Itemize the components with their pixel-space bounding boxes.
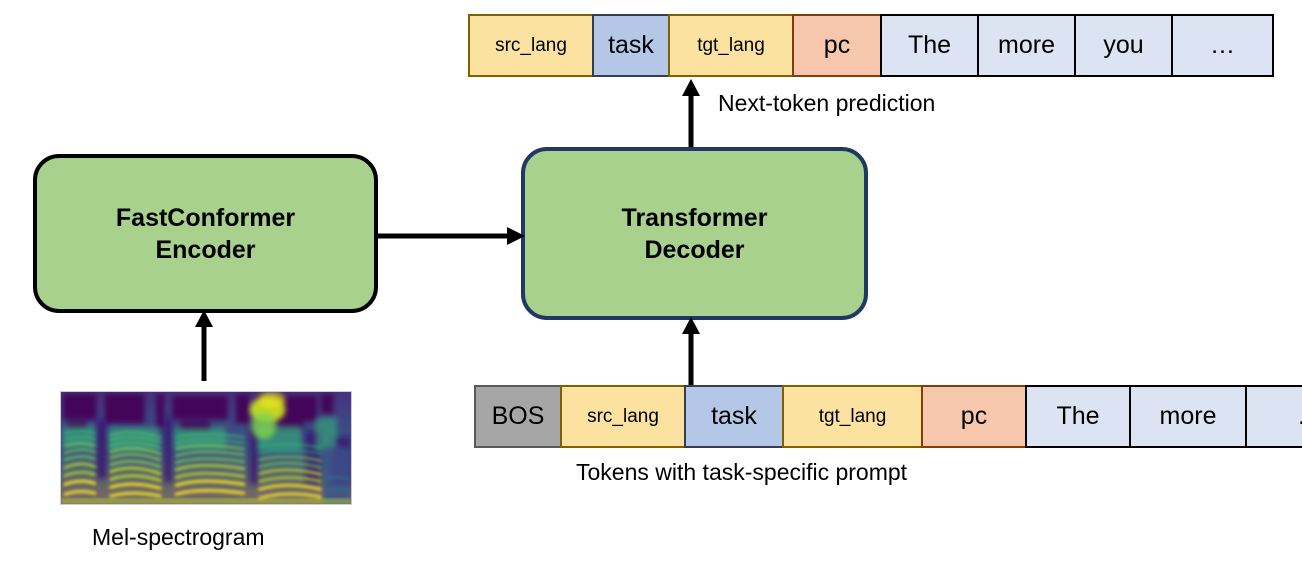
output-token-label: more [998,31,1055,60]
output-token-7[interactable]: … [1171,14,1274,77]
input-token-1[interactable]: src_lang [560,385,686,448]
encoder-label-line2: Encoder [155,235,256,264]
mel-spectrogram-image [60,391,352,505]
input-token-2[interactable]: task [684,385,784,448]
input-token-7[interactable]: … [1245,385,1302,448]
fastconformer-encoder-block[interactable]: FastConformer Encoder [33,154,378,313]
output-token-1[interactable]: task [592,14,670,77]
output-token-label: pc [823,31,851,60]
mel-to-encoder-arrow-icon [191,309,217,381]
output-token-label: The [907,31,952,60]
input-token-label: BOS [491,402,545,431]
diagram-canvas: src_lang task tgt_lang pc The more you… Next-t… [0,0,1302,566]
output-token-label: tgt_lang [697,34,765,56]
output-token-row: src_lang task tgt_lang pc The more you … [468,14,1274,77]
input-token-label: The [1056,402,1100,431]
next-token-prediction-label: Next-token prediction [718,90,936,116]
input-token-label: src_lang [587,405,659,427]
input-token-6[interactable]: more [1129,385,1247,448]
encoder-label-line1: FastConformer [115,203,296,232]
output-token-2[interactable]: tgt_lang [668,14,794,77]
input-token-row: BOS src_lang task tgt_lang pc The more … [474,385,1302,448]
input-token-5[interactable]: The [1025,385,1131,448]
output-token-4[interactable]: The [880,14,979,77]
output-token-label: src_lang [495,34,567,56]
input-token-label: tgt_lang [818,405,887,427]
tokens-prompt-caption: Tokens with task-specific prompt [576,459,908,485]
input-token-label: pc [960,402,988,431]
output-token-label: task [608,31,654,60]
input-token-label: task [711,402,757,431]
decoder-to-output-arrow-icon [678,78,704,150]
output-token-label: … [1210,31,1235,60]
tokens-to-decoder-arrow-icon [678,316,704,388]
decoder-label-line2: Decoder [644,235,745,264]
mel-spectrogram-caption: Mel-spectrogram [92,524,265,550]
output-token-label: you [1103,31,1144,60]
decoder-label-line1: Transformer [621,203,768,232]
input-token-4[interactable]: pc [921,385,1027,448]
input-token-0[interactable]: BOS [474,385,562,448]
output-token-5[interactable]: more [977,14,1076,77]
input-token-3[interactable]: tgt_lang [782,385,923,448]
transformer-decoder-block[interactable]: Transformer Decoder [521,147,868,320]
output-token-0[interactable]: src_lang [468,14,594,77]
output-token-6[interactable]: you [1074,14,1173,77]
output-token-3[interactable]: pc [792,14,882,77]
input-token-label: more [1159,402,1217,431]
input-token-label: … [1297,403,1302,430]
encoder-to-decoder-arrow-icon [374,224,526,248]
